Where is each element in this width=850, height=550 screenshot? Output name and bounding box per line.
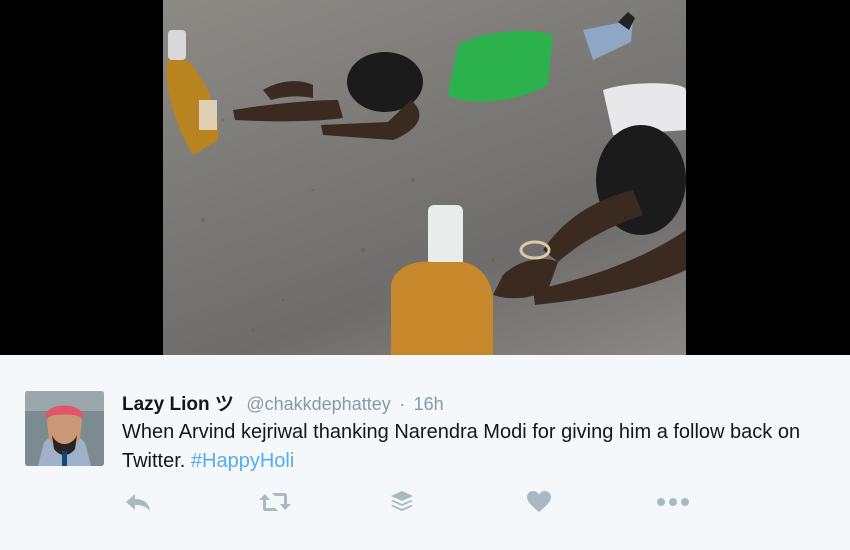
tweet-text: When Arvind kejriwal thanking Narendra M…: [122, 418, 812, 476]
avatar[interactable]: [25, 391, 104, 466]
tweet-header: Lazy Lion ツ @chakkdephattey · 16h: [122, 389, 444, 416]
timestamp[interactable]: 16h: [414, 394, 444, 414]
tweet-card: Lazy Lion ツ @chakkdephattey · 16h When A…: [0, 356, 850, 550]
more-button[interactable]: [656, 488, 690, 516]
tweet-photo[interactable]: [163, 0, 686, 355]
retweet-icon: [259, 493, 291, 511]
display-name[interactable]: Lazy Lion ツ: [122, 394, 234, 415]
separator-dot: ·: [399, 394, 406, 414]
avatar-image: [25, 391, 104, 466]
reply-button[interactable]: [121, 488, 155, 516]
reply-icon: [126, 494, 150, 511]
like-button[interactable]: [522, 488, 556, 516]
username-handle[interactable]: @chakkdephattey: [246, 394, 390, 414]
buffer-button[interactable]: [385, 488, 419, 516]
more-icon: [657, 498, 689, 506]
buffer-icon: [391, 491, 413, 511]
tweet-actions: [0, 488, 850, 518]
media-container: [0, 0, 850, 355]
retweet-button[interactable]: [258, 488, 292, 516]
photo-illustration: [166, 12, 686, 355]
like-icon: [527, 491, 551, 512]
hashtag-link[interactable]: #HappyHoli: [191, 450, 294, 472]
